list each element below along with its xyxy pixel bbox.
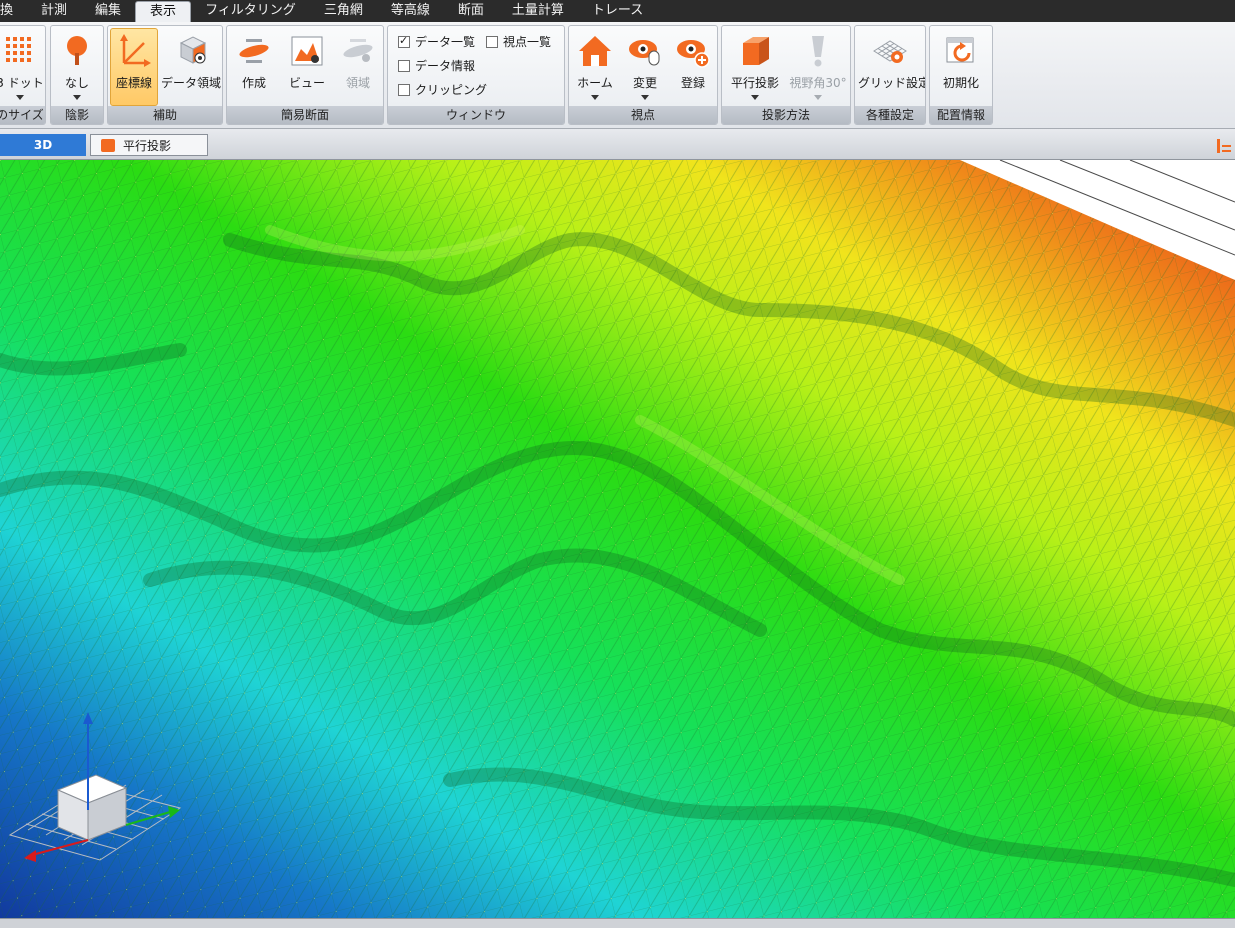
group-label-layout: 配置情報 bbox=[930, 106, 992, 124]
group-label-settings: 各種設定 bbox=[855, 106, 925, 124]
home-icon bbox=[579, 36, 611, 66]
axis-lines-button[interactable]: 座標線 bbox=[110, 28, 158, 106]
data-area-button[interactable]: データ領域 bbox=[160, 28, 222, 106]
menu-view[interactable]: 表示 bbox=[135, 1, 192, 22]
parallel-projection-label: 平行投影 bbox=[730, 76, 779, 90]
menu-bar: 換 計測 編集 表示 フィルタリング 三角網 等高線 断面 土量計算 トレース bbox=[0, 0, 1235, 22]
menu-measure[interactable]: 計測 bbox=[27, 0, 81, 22]
eye-mouse-icon bbox=[629, 40, 660, 66]
menu-trace[interactable]: トレース bbox=[578, 0, 657, 22]
viewpoint-list-label: 視点一覧 bbox=[503, 35, 552, 49]
shadow-label: なし bbox=[64, 76, 89, 90]
data-list-label: データ一覧 bbox=[415, 35, 476, 49]
group-label-assist: 補助 bbox=[108, 106, 222, 124]
register-view-label: 登録 bbox=[680, 76, 705, 90]
axis-lines-label: 座標線 bbox=[115, 76, 152, 90]
menu-convert[interactable]: 換 bbox=[0, 0, 27, 22]
section-view-icon bbox=[291, 36, 323, 66]
section-create-icon bbox=[239, 39, 269, 63]
terrain-mesh bbox=[0, 160, 1235, 918]
group-label-shadow: 陰影 bbox=[51, 106, 103, 124]
dropdown-arrow-icon bbox=[16, 95, 24, 100]
tree-icon bbox=[67, 36, 87, 65]
section-view-label: ビュー bbox=[288, 76, 325, 90]
shadow-button[interactable]: なし bbox=[53, 28, 101, 106]
section-create-button[interactable]: 作成 bbox=[231, 28, 277, 106]
fov-label: 視野角30° bbox=[789, 76, 847, 90]
parallel-projection-button[interactable]: 平行投影 bbox=[724, 28, 786, 106]
group-point-size: 3 ドット のサイズ bbox=[0, 25, 46, 125]
group-settings: グリッド設定 各種設定 bbox=[854, 25, 926, 125]
eye-plus-icon bbox=[677, 40, 710, 68]
group-label-section: 簡易断面 bbox=[227, 106, 383, 124]
dropdown-arrow-icon bbox=[751, 95, 759, 100]
tab-3d[interactable]: 3D bbox=[0, 134, 86, 156]
tab-parallel-projection[interactable]: 平行投影 bbox=[90, 134, 208, 156]
reset-layout-label: 初期化 bbox=[942, 76, 979, 90]
section-view-button[interactable]: ビュー bbox=[283, 28, 331, 106]
dropdown-arrow-icon bbox=[641, 95, 649, 100]
group-projection: 平行投影 視野角30° 投影方法 bbox=[721, 25, 851, 125]
change-view-button[interactable]: 変更 bbox=[621, 28, 669, 106]
menu-volume[interactable]: 土量計算 bbox=[498, 0, 578, 22]
section-create-label: 作成 bbox=[241, 76, 266, 90]
menu-section[interactable]: 断面 bbox=[444, 0, 498, 22]
data-info-checkbox[interactable]: データ情報 bbox=[398, 57, 475, 74]
group-label-window: ウィンドウ bbox=[388, 106, 564, 124]
data-list-checkbox[interactable]: データ一覧 bbox=[398, 33, 475, 50]
grid-gear-icon bbox=[873, 40, 907, 63]
dropdown-arrow-icon bbox=[73, 95, 81, 100]
viewpoint-list-checkbox[interactable]: 視点一覧 bbox=[486, 33, 551, 50]
ribbon: 3 ドット のサイズ なし 陰影 座標線 データ領域 補助 作成 ビュー 領域 … bbox=[0, 22, 1235, 129]
clipping-label: クリッピング bbox=[415, 83, 488, 97]
change-view-label: 変更 bbox=[632, 76, 657, 90]
home-view-button[interactable]: ホーム bbox=[571, 28, 619, 106]
panel-pin-icon[interactable] bbox=[1215, 137, 1233, 155]
fov-button: 視野角30° bbox=[786, 28, 850, 106]
point-size-label: 3 ドット bbox=[0, 76, 44, 90]
group-label-size: のサイズ bbox=[0, 106, 45, 124]
group-assist: 座標線 データ領域 補助 bbox=[107, 25, 223, 125]
checkbox-icon bbox=[398, 83, 410, 96]
menu-triangulation[interactable]: 三角網 bbox=[310, 0, 377, 22]
dropdown-arrow-icon bbox=[591, 95, 599, 100]
dropdown-arrow-icon bbox=[814, 95, 822, 100]
home-view-label: ホーム bbox=[577, 76, 613, 90]
checkbox-checked-icon bbox=[398, 34, 410, 48]
group-viewpoint: ホーム 変更 登録 視点 bbox=[568, 25, 718, 125]
projection-cube-icon bbox=[101, 138, 115, 152]
group-layout-info: 初期化 配置情報 bbox=[929, 25, 993, 125]
group-window: データ一覧 視点一覧 データ情報 クリッピング ウィンドウ bbox=[387, 25, 565, 125]
3d-viewport[interactable] bbox=[0, 160, 1235, 918]
group-label-viewpoint: 視点 bbox=[569, 106, 717, 124]
grid-settings-label: グリッド設定 bbox=[858, 76, 926, 90]
section-area-button: 領域 bbox=[335, 28, 381, 106]
menu-edit[interactable]: 編集 bbox=[81, 0, 135, 22]
grid-settings-button[interactable]: グリッド設定 bbox=[857, 28, 926, 106]
section-area-icon bbox=[343, 39, 373, 62]
data-area-cube-icon bbox=[179, 36, 207, 64]
reset-window-icon bbox=[946, 37, 974, 63]
checkbox-icon bbox=[398, 59, 410, 72]
exclamation-icon bbox=[812, 36, 824, 67]
tab-projection-label: 平行投影 bbox=[123, 138, 172, 153]
data-area-label: データ領域 bbox=[161, 76, 222, 90]
group-label-projection: 投影方法 bbox=[722, 106, 850, 124]
parallel-cube-icon bbox=[743, 37, 769, 65]
group-simple-section: 作成 ビュー 領域 簡易断面 bbox=[226, 25, 384, 125]
group-shadow: なし 陰影 bbox=[50, 25, 104, 125]
document-tab-strip: 3D 平行投影 bbox=[0, 129, 1235, 160]
data-info-label: データ情報 bbox=[415, 59, 476, 73]
dots-grid-icon bbox=[6, 37, 31, 62]
clipping-checkbox[interactable]: クリッピング bbox=[398, 81, 487, 98]
menu-filtering[interactable]: フィルタリング bbox=[191, 0, 310, 22]
register-view-button[interactable]: 登録 bbox=[669, 28, 717, 106]
point-size-button[interactable]: 3 ドット bbox=[0, 28, 45, 106]
section-area-label: 領域 bbox=[345, 76, 370, 90]
checkbox-icon bbox=[486, 35, 498, 48]
axis-icon bbox=[120, 34, 151, 67]
reset-layout-button[interactable]: 初期化 bbox=[934, 28, 988, 106]
menu-contour[interactable]: 等高線 bbox=[377, 0, 444, 22]
